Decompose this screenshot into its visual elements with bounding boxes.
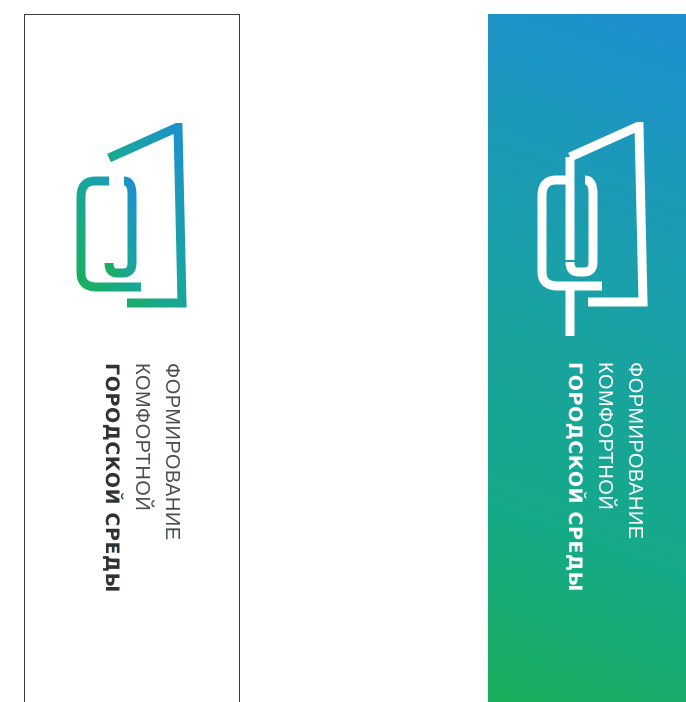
- logo-text-line-3: ГОРОДСКОЙ СРЕДЫ: [564, 362, 586, 592]
- logo-text-block: ФОРМИРОВАНИЕ КОМФОРТНОЙ ГОРОДСКОЙ СРЕДЫ: [540, 362, 650, 612]
- city-environment-logo-icon: [76, 123, 187, 337]
- banner-light-variant: ФОРМИРОВАНИЕ КОМФОРТНОЙ ГОРОДСКОЙ СРЕДЫ: [24, 14, 240, 702]
- city-environment-logo-icon: [537, 122, 648, 336]
- logo-text-line-3: ГОРОДСКОЙ СРЕДЫ: [101, 363, 123, 593]
- logo-text-block: ФОРМИРОВАНИЕ КОМФОРТНОЙ ГОРОДСКОЙ СРЕДЫ: [77, 363, 187, 613]
- logo-text-line-1: ФОРМИРОВАНИЕ: [161, 363, 183, 541]
- logo-text-line-1: ФОРМИРОВАНИЕ: [624, 362, 646, 540]
- logo-text-line-2: КОМФОРТНОЙ: [131, 363, 153, 512]
- banner-gradient-variant: ФОРМИРОВАНИЕ КОМФОРТНОЙ ГОРОДСКОЙ СРЕДЫ: [488, 14, 686, 702]
- logo-text-line-2: КОМФОРТНОЙ: [594, 362, 616, 511]
